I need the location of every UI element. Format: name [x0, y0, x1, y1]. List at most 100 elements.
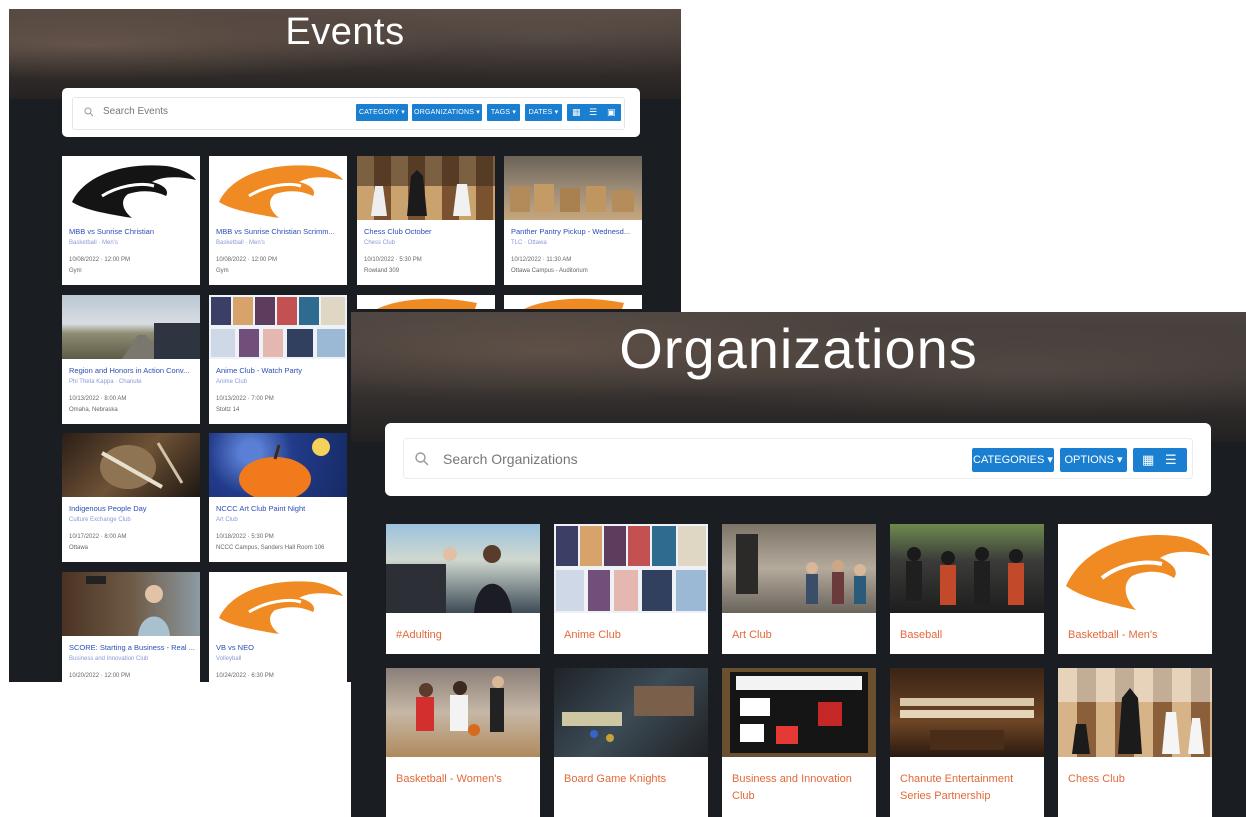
event-category: Phi Theta Kappa · Chanute [69, 379, 142, 385]
events-view-toggle: ▦ ☰ ▣ [567, 104, 621, 121]
grid-view-icon[interactable]: ▦ [1142, 453, 1154, 466]
art-club-image [722, 524, 876, 613]
organization-name[interactable]: Business and Innovation Club [732, 771, 870, 805]
panther-logo-image [357, 295, 495, 309]
panther-logo-image [1058, 524, 1212, 613]
pantry-bags-image [504, 156, 642, 220]
organ-image [890, 668, 1044, 757]
event-location: Omaha, Nebraska [69, 407, 118, 413]
event-title[interactable]: MBB vs Sunrise Christian Scrimm... [216, 227, 342, 236]
business-woman-image [62, 572, 200, 636]
event-card[interactable]: Region and Honors in Action Conv... Phi … [62, 295, 200, 424]
anime-collage-image [209, 295, 347, 359]
organizations-search-placeholder: Search Organizations [443, 451, 578, 467]
categories-button[interactable]: CATEGORIES ▾ [972, 448, 1054, 472]
organizations-page-title: Organizations [619, 317, 978, 380]
event-category: Basketball · Men's [216, 240, 265, 246]
road-trip-image [62, 295, 200, 359]
organization-card[interactable]: Business and Innovation Club [722, 668, 876, 817]
dates-filter-button[interactable]: DATES ▾ [525, 104, 562, 121]
event-card[interactable]: VB vs NEO Volleyball 10/24/2022 · 6:30 P… [209, 572, 347, 682]
organization-card[interactable]: Board Game Knights [554, 668, 708, 817]
chess-image [1058, 668, 1212, 757]
panther-logo-image [62, 156, 200, 220]
organization-card[interactable]: Chess Club [1058, 668, 1212, 817]
panther-logo-image [209, 572, 347, 636]
event-title[interactable]: SCORE: Starting a Business - Real ... [69, 643, 195, 652]
event-date: 10/08/2022 · 12:00 PM [69, 257, 131, 263]
event-title[interactable]: Anime Club - Watch Party [216, 366, 342, 375]
organization-name[interactable]: Basketball - Women's [396, 771, 534, 788]
organization-name[interactable]: Chess Club [1068, 771, 1206, 788]
event-card[interactable]: NCCC Art Club Paint Night Art Club 10/18… [209, 433, 347, 562]
event-title[interactable]: NCCC Art Club Paint Night [216, 504, 342, 513]
organization-card[interactable]: Chanute Entertainment Series Partnership [890, 668, 1044, 817]
event-location: Gym [69, 268, 82, 274]
pumpkin-painting-image [209, 433, 347, 497]
category-filter-button[interactable]: CATEGORY ▾ [356, 104, 408, 121]
organization-card[interactable]: Basketball - Women's [386, 668, 540, 817]
organizations-filter-button[interactable]: ORGANIZATIONS ▾ [412, 104, 482, 121]
search-icon [415, 452, 429, 466]
organization-card[interactable]: #Adulting [386, 524, 540, 654]
event-date: 10/13/2022 · 8:00 AM [69, 396, 127, 402]
event-card[interactable]: Anime Club - Watch Party Anime Club 10/1… [209, 295, 347, 424]
events-page-title: Events [285, 11, 405, 53]
event-title[interactable]: Indigenous People Day [69, 504, 195, 513]
event-category: Culture Exchange Club [69, 517, 131, 523]
event-date: 10/12/2022 · 11:30 AM [511, 257, 572, 263]
organization-name[interactable]: Chanute Entertainment Series Partnership [900, 771, 1038, 805]
event-card[interactable]: Indigenous People Day Culture Exchange C… [62, 433, 200, 562]
event-title[interactable]: Chess Club October [364, 227, 490, 236]
event-card[interactable]: Chess Club October Chess Club 10/10/2022… [357, 156, 495, 285]
event-card[interactable]: SCORE: Starting a Business - Real ... Bu… [62, 572, 200, 682]
organization-name[interactable]: Anime Club [564, 627, 702, 644]
indigenous-art-image [62, 433, 200, 497]
tags-filter-button[interactable]: TAGS ▾ [487, 104, 520, 121]
event-date: 10/10/2022 · 5:30 PM [364, 257, 422, 263]
event-card-partial[interactable] [357, 295, 495, 309]
list-view-icon[interactable]: ☰ [1165, 453, 1177, 466]
organizations-view-toggle: ▦ ☰ [1133, 448, 1187, 472]
event-date: 10/13/2022 · 7:00 PM [216, 396, 274, 402]
organization-name[interactable]: Board Game Knights [564, 771, 702, 788]
event-location: Ottawa [69, 545, 89, 551]
options-button[interactable]: OPTIONS ▾ [1060, 448, 1127, 472]
event-card[interactable]: Panther Pantry Pickup - Wednesd... TLC ·… [504, 156, 642, 285]
event-card-partial[interactable] [504, 295, 642, 309]
event-category: Art Club [216, 517, 238, 523]
event-card[interactable]: MBB vs Sunrise Christian Basketball · Me… [62, 156, 200, 285]
organizations-window: Organizations Search Organizations CATEG… [351, 312, 1246, 817]
organization-card[interactable]: Basketball - Men's [1058, 524, 1212, 654]
event-location: Stoltz 14 [216, 407, 240, 413]
organization-card[interactable]: Baseball [890, 524, 1044, 654]
event-date: 10/20/2022 · 12:00 PM [69, 673, 131, 679]
event-category: Volleyball [216, 656, 242, 662]
adulting-image [386, 524, 540, 613]
chess-image [357, 156, 495, 220]
event-card[interactable]: MBB vs Sunrise Christian Scrimm... Baske… [209, 156, 347, 285]
baseball-team-image [890, 524, 1044, 613]
business-board-image [722, 668, 876, 757]
search-icon [84, 107, 94, 117]
organization-card[interactable]: Anime Club [554, 524, 708, 654]
organization-name[interactable]: Basketball - Men's [1068, 627, 1206, 644]
event-location: Gym [216, 268, 229, 274]
list-view-icon[interactable]: ☰ [589, 108, 598, 117]
organization-name[interactable]: #Adulting [396, 627, 534, 644]
calendar-view-icon[interactable]: ▣ [607, 108, 616, 117]
event-location: NCCC Campus, Sanders Hall Room 106 [216, 545, 325, 551]
event-title[interactable]: VB vs NEO [216, 643, 342, 652]
organization-name[interactable]: Baseball [900, 627, 1038, 644]
event-title[interactable]: MBB vs Sunrise Christian [69, 227, 195, 236]
event-category: Business and Innovation Club [69, 656, 149, 662]
event-title[interactable]: Region and Honors in Action Conv... [69, 366, 195, 375]
organization-name[interactable]: Art Club [732, 627, 870, 644]
event-category: Chess Club [364, 240, 396, 246]
board-game-image [554, 668, 708, 757]
event-category: TLC · Ottawa [511, 240, 547, 246]
organization-card[interactable]: Art Club [722, 524, 876, 654]
event-location: Ottawa Campus - Auditorium [511, 268, 588, 274]
grid-view-icon[interactable]: ▦ [572, 108, 581, 117]
event-title[interactable]: Panther Pantry Pickup - Wednesd... [511, 227, 637, 236]
